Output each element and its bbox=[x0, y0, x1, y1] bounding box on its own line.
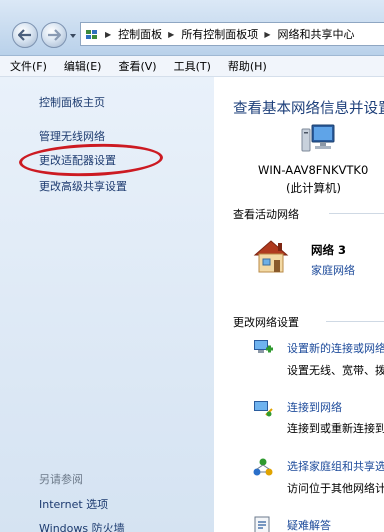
menu-help[interactable]: 帮助(H) bbox=[228, 58, 267, 74]
computer-caption: (此计算机) bbox=[286, 181, 341, 195]
task-homegroup-desc: 访问位于其他网络计算机上的文件和打印机 bbox=[287, 482, 384, 495]
network-name: 网络 3 bbox=[311, 243, 347, 257]
breadcrumb-all-items[interactable]: 所有控制面板项 bbox=[181, 26, 258, 42]
change-adapter-settings-link[interactable]: 更改适配器设置 bbox=[39, 152, 116, 168]
menu-file[interactable]: 文件(F) bbox=[10, 58, 47, 74]
page-title: 查看基本网络信息并设置连接 bbox=[233, 101, 384, 117]
task-homegroup-link[interactable]: 选择家庭组和共享选项 bbox=[287, 458, 384, 474]
menu-tools[interactable]: 工具(T) bbox=[174, 58, 211, 74]
breadcrumb-network-center[interactable]: 网络和共享中心 bbox=[277, 26, 354, 42]
main-content: 查看基本网络信息并设置连接 WIN-AAV8FNKVTK0 (此计算机) 查看活… bbox=[214, 77, 384, 532]
breadcrumb-separator[interactable]: ▶ bbox=[264, 30, 270, 39]
menu-edit[interactable]: 编辑(E) bbox=[64, 58, 102, 74]
manage-wireless-link[interactable]: 管理无线网络 bbox=[39, 128, 105, 144]
breadcrumb-separator[interactable]: ▶ bbox=[105, 30, 111, 39]
troubleshoot-icon[interactable] bbox=[252, 514, 274, 532]
homegroup-icon[interactable] bbox=[252, 457, 274, 479]
breadcrumb-control-panel[interactable]: 控制面板 bbox=[118, 26, 162, 42]
recent-pages-dropdown[interactable] bbox=[69, 32, 77, 40]
change-advanced-sharing-link[interactable]: 更改高级共享设置 bbox=[39, 178, 127, 194]
task-connect-network-desc: 连接到或重新连接到无线、有线、拨号或 VPN 网络连接 bbox=[287, 422, 384, 435]
control-panel-icon bbox=[86, 30, 97, 39]
computer-name: WIN-AAV8FNKVTK0 bbox=[258, 163, 369, 177]
internet-options-link[interactable]: Internet 选项 bbox=[39, 496, 108, 512]
address-toolbar: ▶ 控制面板 ▶ 所有控制面板项 ▶ 网络和共享中心 bbox=[0, 0, 384, 56]
section-divider bbox=[329, 213, 384, 214]
new-connection-icon[interactable] bbox=[252, 337, 274, 359]
section-divider bbox=[326, 321, 384, 322]
forward-button[interactable] bbox=[41, 22, 67, 48]
control-panel-home-link[interactable]: 控制面板主页 bbox=[39, 94, 105, 110]
connect-network-icon[interactable] bbox=[252, 397, 274, 419]
windows-firewall-link[interactable]: Windows 防火墙 bbox=[39, 520, 125, 532]
network-type-link[interactable]: 家庭网络 bbox=[311, 262, 355, 278]
arrow-left-icon bbox=[18, 29, 31, 41]
task-troubleshoot-link[interactable]: 疑难解答 bbox=[287, 517, 331, 532]
breadcrumb[interactable]: ▶ 控制面板 ▶ 所有控制面板项 ▶ 网络和共享中心 bbox=[80, 22, 384, 46]
menu-view[interactable]: 查看(V) bbox=[118, 58, 156, 74]
active-networks-heading: 查看活动网络 bbox=[233, 208, 299, 221]
breadcrumb-separator[interactable]: ▶ bbox=[168, 30, 174, 39]
arrow-right-icon bbox=[48, 29, 61, 41]
computer-icon bbox=[301, 124, 335, 152]
task-pane: 控制面板主页 管理无线网络 更改适配器设置 更改高级共享设置 另请参阅 Inte… bbox=[0, 77, 214, 532]
task-setup-connection-link[interactable]: 设置新的连接或网络 bbox=[287, 340, 384, 356]
task-connect-network-link[interactable]: 连接到网络 bbox=[287, 399, 342, 415]
see-also-heading: 另请参阅 bbox=[39, 473, 83, 486]
menu-bar: 文件(F) 编辑(E) 查看(V) 工具(T) 帮助(H) bbox=[0, 56, 384, 77]
change-network-settings-heading: 更改网络设置 bbox=[233, 316, 299, 329]
back-button[interactable] bbox=[12, 22, 38, 48]
home-network-icon[interactable] bbox=[252, 237, 290, 275]
task-setup-connection-desc: 设置无线、宽带、拨号、临时或 VPN 连接 bbox=[287, 364, 384, 377]
